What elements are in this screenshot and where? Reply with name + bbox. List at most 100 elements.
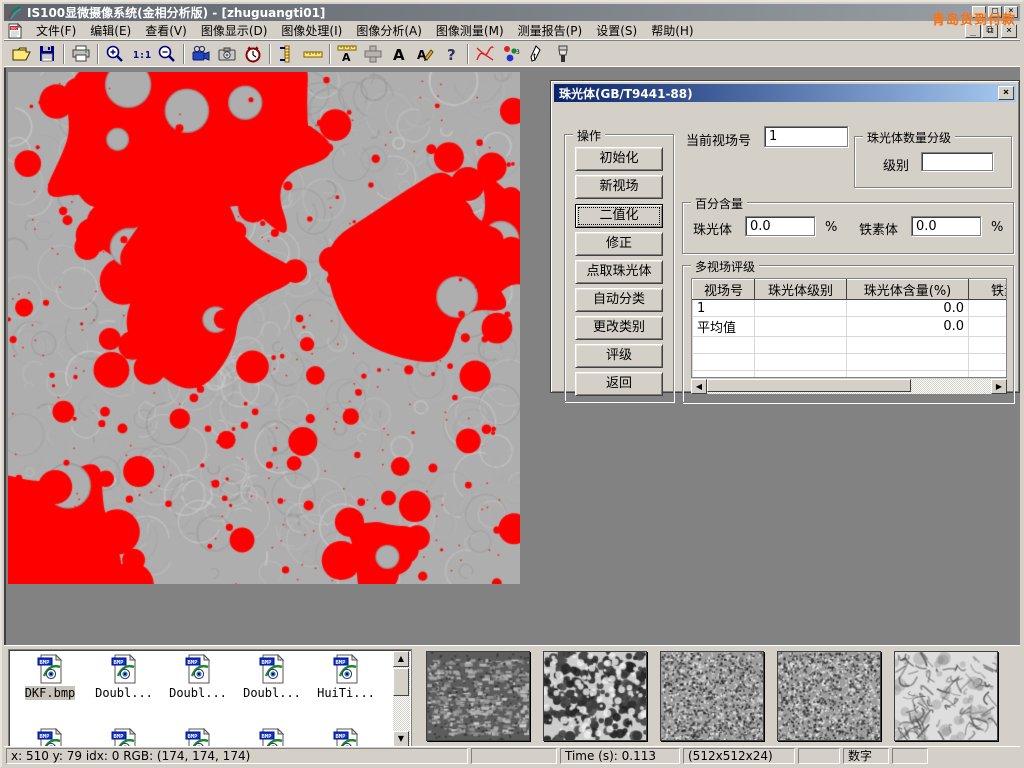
timer-icon[interactable]: [240, 42, 266, 66]
percent-group: 百分含量 珠光体 % 铁素体 %: [682, 202, 1014, 254]
file-item[interactable]: BMP: [235, 728, 309, 748]
op-button-6[interactable]: 自动分类: [575, 288, 663, 312]
file-item-doubl-[interactable]: BMP Doubl...: [87, 654, 161, 724]
op-button-9[interactable]: 返回: [575, 372, 663, 396]
grade-col-0[interactable]: 视场号: [693, 280, 755, 300]
svg-text:BMP: BMP: [114, 660, 125, 666]
file-item-dkf-bmp[interactable]: BMPDKF.bmp: [13, 654, 87, 724]
current-field-input[interactable]: [764, 126, 848, 147]
scroll-up-icon[interactable]: ▲: [393, 651, 409, 667]
dialog-close-icon[interactable]: ×: [998, 86, 1014, 100]
svg-text:BMP: BMP: [188, 660, 199, 666]
status-spare-1: [471, 748, 557, 764]
scroll-down-icon[interactable]: ▼: [393, 731, 409, 747]
menu-item-6[interactable]: 图像测量(M): [429, 20, 511, 41]
grade-row[interactable]: 平均值0.0: [693, 317, 1008, 337]
thumbnail-fine-speckle-micrograph-2[interactable]: [777, 651, 881, 741]
op-button-1[interactable]: 初始化: [575, 147, 663, 171]
file-item-doubl-[interactable]: BMPDoubl...: [161, 654, 235, 724]
grade-row[interactable]: 10.0: [693, 300, 1008, 317]
file-item-huiti-[interactable]: BMPHuiTi...: [309, 654, 383, 724]
text-a-icon[interactable]: A: [386, 42, 412, 66]
dialog-title-bar[interactable]: 珠光体(GB/T9441-88) ×: [554, 84, 1016, 102]
menu-item-2[interactable]: 查看(V): [138, 20, 194, 41]
count-marks-icon[interactable]: 3: [498, 42, 524, 66]
file-item[interactable]: BMP: [309, 728, 383, 748]
file-item[interactable]: BMP: [161, 728, 235, 748]
open-folder-icon[interactable]: [8, 42, 34, 66]
grade-col-1[interactable]: 珠光体级别: [755, 280, 847, 300]
status-mode: 数字: [843, 748, 889, 764]
file-name: DKF.bmp: [25, 686, 76, 700]
grade-col-3[interactable]: 铁素体: [969, 280, 1008, 300]
brush-icon[interactable]: [550, 42, 576, 66]
document-icon[interactable]: DOC: [7, 23, 23, 39]
file-item-doubl-[interactable]: BMPDoubl...: [235, 654, 309, 724]
ruler-icon[interactable]: [300, 42, 326, 66]
text-edit-icon[interactable]: A: [412, 42, 438, 66]
video-camera-icon[interactable]: [188, 42, 214, 66]
ferrite-percent-input[interactable]: [911, 216, 981, 236]
zoom-in-icon[interactable]: [102, 42, 128, 66]
menu-item-3[interactable]: 图像显示(D): [194, 20, 275, 41]
grid-measure-icon[interactable]: [360, 42, 386, 66]
grade-row-empty: [693, 337, 1008, 354]
menu-item-5[interactable]: 图像分析(A): [349, 20, 429, 41]
op-button-4[interactable]: 修正: [575, 232, 663, 256]
menu-item-4[interactable]: 图像处理(I): [274, 20, 349, 41]
measure-text-icon[interactable]: A: [334, 42, 360, 66]
op-button-3[interactable]: 二值化: [575, 204, 663, 228]
op-button-7[interactable]: 更改类别: [575, 316, 663, 340]
op-button-2[interactable]: 新视场: [575, 175, 663, 199]
menu-item-7[interactable]: 测量报告(P): [511, 20, 590, 41]
multifield-group: 多视场评级 视场号珠光体级别珠光体含量(%)铁素体10.0平均值0.0 ◀ ▶: [682, 265, 1014, 403]
grade-col-2[interactable]: 珠光体含量(%): [847, 280, 969, 300]
zoom-out-icon[interactable]: [154, 42, 180, 66]
svg-text:BMP: BMP: [262, 660, 273, 666]
pearlite-label: 珠光体: [693, 219, 732, 238]
operation-group-label: 操作: [573, 127, 605, 144]
print-icon[interactable]: [68, 42, 94, 66]
file-name: Doubl...: [95, 686, 153, 700]
svg-text:BMP: BMP: [336, 734, 347, 740]
pen-icon[interactable]: [524, 42, 550, 66]
thumbnail-dark-banded-micrograph[interactable]: [426, 651, 530, 741]
thumbnail-coarse-blob-micrograph[interactable]: [543, 651, 647, 741]
menu-item-1[interactable]: 编辑(E): [83, 20, 138, 41]
camera-icon[interactable]: [214, 42, 240, 66]
svg-text:?: ?: [447, 46, 456, 64]
table-hscrollbar[interactable]: ◀ ▶: [691, 379, 1007, 394]
ferrite-percent-sign: %: [991, 220, 1003, 235]
caliper-icon[interactable]: [274, 42, 300, 66]
op-button-5[interactable]: 点取珠光体: [575, 260, 663, 284]
menu-item-0[interactable]: 文件(F): [29, 20, 83, 41]
menu-item-9[interactable]: 帮助(H): [644, 20, 700, 41]
op-button-8[interactable]: 评级: [575, 344, 663, 368]
thumbnail-light-streak-micrograph[interactable]: [894, 651, 998, 741]
scroll-left-icon[interactable]: ◀: [691, 379, 707, 394]
actual-size-icon[interactable]: 1:1: [128, 42, 154, 66]
operation-group: 操作 初始化新视场二值化修正点取珠光体自动分类更改类别评级返回: [564, 134, 674, 402]
scroll-right-icon[interactable]: ▶: [991, 379, 1007, 394]
svg-text:BMP: BMP: [40, 734, 51, 740]
save-icon[interactable]: [34, 42, 60, 66]
curve-tool-icon[interactable]: [472, 42, 498, 66]
help-icon[interactable]: ?: [438, 42, 464, 66]
pearlite-percent-input[interactable]: [745, 216, 815, 236]
app-icon: [7, 5, 23, 21]
level-input[interactable]: [921, 152, 993, 171]
vscroll-thumb[interactable]: [393, 668, 409, 696]
hscroll-track[interactable]: [707, 379, 991, 394]
status-position: x: 510 y: 79 idx: 0 RGB: (174, 174, 174): [6, 748, 468, 764]
menu-item-8[interactable]: 设置(S): [589, 20, 644, 41]
metallographic-image[interactable]: [8, 72, 520, 584]
grade-table[interactable]: 视场号珠光体级别珠光体含量(%)铁素体10.0平均值0.0: [692, 279, 1007, 378]
grading-group-label: 珠光体数量分级: [863, 129, 955, 146]
file-vscrollbar[interactable]: ▲ ▼: [393, 651, 410, 747]
grade-table-wrap: 视场号珠光体级别珠光体含量(%)铁素体10.0平均值0.0: [691, 278, 1007, 378]
file-item[interactable]: BMP: [87, 728, 161, 748]
file-browser: BMPDKF.bmpBMPDoubl...BMPDoubl...BMPDoubl…: [8, 649, 412, 748]
thumbnail-fine-speckle-micrograph[interactable]: [660, 651, 764, 741]
hscroll-thumb[interactable]: [707, 379, 911, 392]
file-item[interactable]: BMP: [13, 728, 87, 748]
